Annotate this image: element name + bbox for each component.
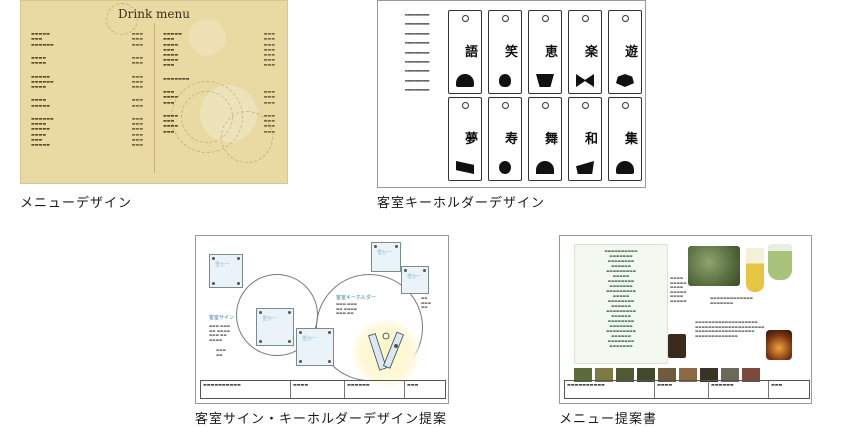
keyholder-design-image: ▬▬▬▬▬▬▬▬▬ ▬▬▬▬▬▬▬▬▬ ▬▬▬▬▬▬▬▬▬ ▬▬▬▬▬▬▬▬▬ ▬▬▬▬… [377, 0, 646, 188]
drink-menu-image: Drink menu ▬▬▬▬▬ ▬▬▬ ▬▬▬ ▬▬▬ ▬▬▬▬▬▬ ▬▬▬ ▬▬▬… [20, 0, 288, 184]
pine-emblem-icon [456, 74, 474, 87]
room-sign-square: 雪かー [256, 308, 294, 346]
proposal-text: ▬▬▬▬▬▬▬▬▬▬ ▬▬▬▬▬▬▬ ▬▬▬▬▬▬▬▬ ▬▬▬▬▬▬ ▬▬▬▬▬▬▬▬▬… [604, 249, 638, 348]
sign-label-keyholder: 客室キーホルダー [336, 295, 377, 301]
drawing-title-block: ▬▬▬▬▬▬▬▬▬▬ ▬▬▬▬ ▬▬▬▬▬▬ ▬▬▬ [200, 380, 446, 399]
caption-sign-keyholder-proposal: 客室サイン・キーホルダーデザイン提案 [195, 412, 448, 427]
bowtie-emblem-icon [576, 74, 594, 87]
keyholder-tag: 遊 [608, 10, 642, 94]
keyholder-tag: 和 [568, 97, 602, 181]
green-tea-cup-photo [768, 244, 792, 280]
tea-can-photo [668, 334, 686, 358]
proposal-notes: ▬▬▬▬ ▬▬▬▬▬ ▬▬▬▬ ▬▬▬▬▬ ▬▬▬▬ ▬▬▬▬▬ [670, 276, 687, 303]
logo-mark: ▬▬▬ ▬▬ [216, 348, 226, 357]
pine-emblem-icon [616, 161, 634, 174]
room-name-list: ▬▬▬▬▬▬▬▬▬ ▬▬▬▬▬▬▬▬▬ ▬▬▬▬▬▬▬▬▬ ▬▬▬▬▬▬▬▬▬ ▬▬▬▬… [405, 13, 430, 94]
spec-text: ▬▬ ▬▬▬ ▬▬ [421, 296, 431, 309]
fan-emblem-icon [576, 161, 594, 174]
gourd-emblem-icon [499, 161, 511, 174]
room-sign-square: 雪かー [209, 254, 243, 288]
keyholder-tag: 笑 [488, 10, 522, 94]
proposal-text-panel: ▬▬▬▬▬▬▬▬▬▬ ▬▬▬▬▬▬▬ ▬▬▬▬▬▬▬▬ ▬▬▬▬▬▬ ▬▬▬▬▬▬▬▬▬… [574, 244, 668, 364]
spec-text: ▬▬▬ ▬▬▬ ▬▬ ▬▬▬▬ ▬▬▬ ▬▬ ▬▬▬▬ [209, 324, 230, 342]
keyholder-tag: 恵 [528, 10, 562, 94]
fan-emblem-icon [456, 161, 474, 174]
keyholder-illustration-icon [368, 331, 404, 371]
room-sign-proposal-image: 雪かー 雪かー 雪かー 雪かー 雪かー 客室サイン 客室キーホルダー ▬▬▬ ▬… [195, 235, 449, 404]
proposal-notes: ▬▬▬▬▬▬▬▬▬▬▬▬▬ ▬▬▬▬▬▬▬ [710, 296, 753, 305]
menu-proposal-image: ▬▬▬▬▬▬▬▬▬▬ ▬▬▬▬▬▬▬ ▬▬▬▬▬▬▬▬ ▬▬▬▬▬▬ ▬▬▬▬▬▬▬▬▬… [559, 235, 812, 404]
sign-label-room: 客室サイン [209, 315, 235, 321]
candle-photo [766, 330, 792, 360]
gourd-emblem-icon [499, 74, 511, 87]
tea-glass-photo [746, 248, 764, 292]
menu-title: Drink menu [118, 7, 190, 21]
keyholder-tag: 楽 [568, 10, 602, 94]
room-sign-square: 雪かー [296, 328, 334, 366]
caption-menu-design: メニューデザイン [20, 196, 133, 211]
keyholder-sign-square: 雪かー [371, 242, 401, 272]
proposal-notes: ▬▬▬▬▬▬▬▬▬▬▬▬▬▬▬▬▬▬▬ ▬▬▬▬▬▬▬▬▬▬▬▬▬▬▬▬▬▬▬▬▬… [695, 320, 765, 338]
menu-right-column: ▬▬▬▬▬ ▬▬▬ ▬▬▬ ▬▬▬ ▬▬▬▬ ▬▬▬ ▬▬▬ ▬▬▬ ▬▬▬▬ ▬▬▬ ▬… [163, 31, 275, 134]
keyholder-sign-square: 雪かー [401, 266, 429, 294]
caption-keyholder-design: 客室キーホルダーデザイン [377, 196, 546, 211]
spec-text: ▬▬▬ ▬▬▬ ▬▬ ▬▬▬▬ ▬▬▬ ▬▬ [336, 302, 357, 315]
folding-fan-emblem-icon [536, 161, 554, 174]
menu-divider [154, 23, 155, 173]
keyholder-tag: 寿 [488, 97, 522, 181]
ball-emblem-icon [616, 74, 634, 87]
drawing-title-block: ▬▬▬▬▬▬▬▬▬▬ ▬▬▬▬ ▬▬▬▬▬▬ ▬▬▬ [564, 380, 810, 399]
keyholder-tag: 語 [448, 10, 482, 94]
keyholder-tag: 夢 [448, 97, 482, 181]
keyholder-tag: 舞 [528, 97, 562, 181]
tea-leaves-photo [688, 246, 740, 286]
keyholder-tag: 集 [608, 97, 642, 181]
caption-menu-proposal: メニュー提案書 [559, 412, 658, 427]
boat-emblem-icon [536, 74, 554, 87]
menu-left-column: ▬▬▬▬▬ ▬▬▬ ▬▬▬ ▬▬▬ ▬▬▬▬▬▬ ▬▬▬ ▬▬▬▬ ▬▬▬ ▬▬▬▬ ▬▬… [31, 31, 143, 148]
